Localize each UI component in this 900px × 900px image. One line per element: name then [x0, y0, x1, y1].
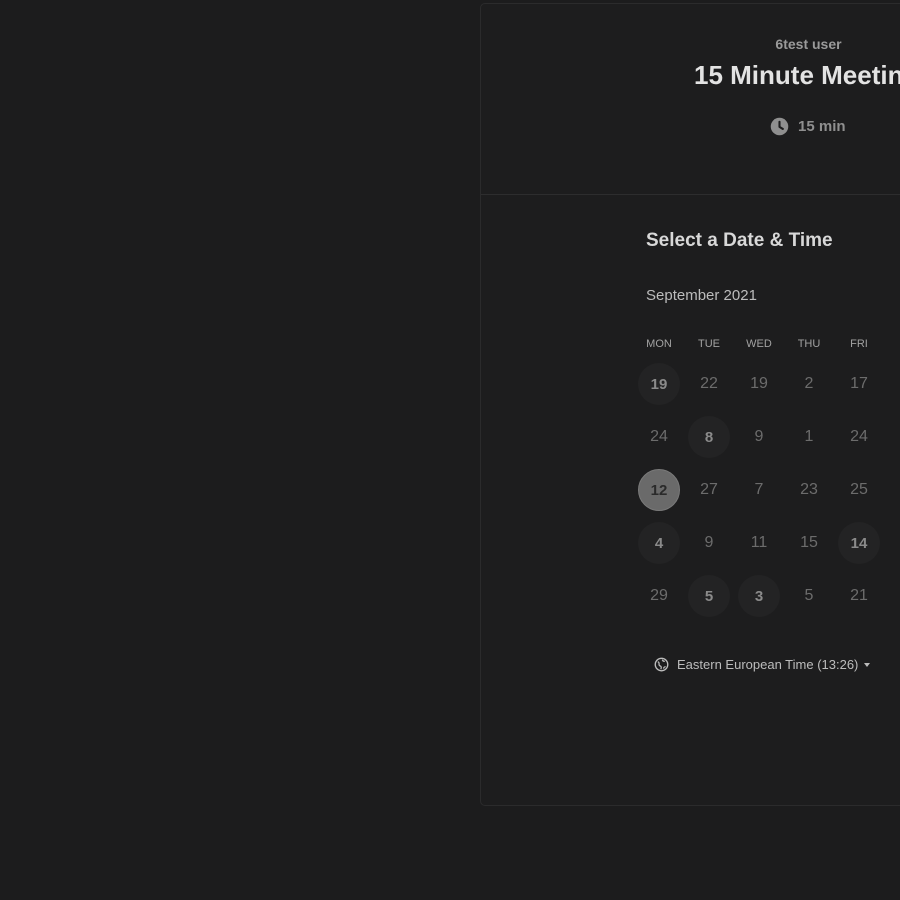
calendar-day-4-4: 21 — [850, 587, 868, 604]
calendar-day-1-2: 9 — [754, 428, 764, 445]
calendar-day-1-5 — [888, 416, 900, 458]
calendar-cell: 24 — [834, 411, 884, 464]
calendar-cell: 15 — [784, 517, 834, 570]
calendar-day-3-5 — [888, 522, 900, 564]
calendar-cell: 17 — [834, 358, 884, 411]
calendar-day-1-0: 24 — [650, 428, 668, 445]
calendar-cell: 29 — [634, 570, 684, 623]
calendar-day-0-0[interactable]: 19 — [638, 363, 680, 405]
calendar-cell: 19 — [734, 358, 784, 411]
calendar-day-1-4: 24 — [850, 428, 868, 445]
calendar-cell — [884, 570, 900, 623]
event-header: 6test user 15 Minute Meeting 15 min — [481, 4, 900, 195]
calendar-cell — [884, 358, 900, 411]
calendar-day-0-4: 17 — [850, 375, 868, 392]
weekday-sat-partial: S — [884, 338, 900, 350]
event-duration: 15 min — [769, 116, 846, 137]
calendar-cell: 1 — [784, 411, 834, 464]
calendar-day-2-5 — [888, 469, 900, 511]
calendar-day-1-3: 1 — [804, 428, 814, 445]
calendar-day-3-0[interactable]: 4 — [638, 522, 680, 564]
calendar-day-3-4[interactable]: 14 — [838, 522, 880, 564]
calendar-day-1-1[interactable]: 8 — [688, 416, 730, 458]
calendar-cell — [884, 517, 900, 570]
calendar-cell: 4 — [634, 517, 684, 570]
calendar-cell: 25 — [834, 464, 884, 517]
calendar-day-0-1: 22 — [700, 375, 718, 392]
calendar-day-2-3: 23 — [800, 481, 818, 498]
weekday-tue: TUE — [698, 338, 720, 350]
clock-icon — [770, 117, 789, 136]
calendar-cell: 27 — [684, 464, 734, 517]
duration-label: 15 min — [798, 118, 846, 135]
calendar-day-4-1[interactable]: 5 — [688, 575, 730, 617]
weekday-fri: FRI — [850, 338, 868, 350]
calendar-cell: 9 — [684, 517, 734, 570]
calendar-grid: 19 22 19 2 17 24 8 9 1 24 12 27 7 23 25 … — [634, 358, 900, 623]
calendar-day-3-2: 11 — [750, 534, 768, 551]
booking-page: 6test user 15 Minute Meeting 15 min Sele… — [0, 0, 900, 900]
weekday-row: MON TUE WED THU FRI S — [634, 338, 900, 350]
calendar-day-3-3: 15 — [800, 534, 818, 551]
calendar-cell — [884, 411, 900, 464]
timezone-label: Eastern European Time (13:26) — [677, 657, 859, 672]
calendar-cell: 9 — [734, 411, 784, 464]
section-title: Select a Date & Time — [646, 230, 833, 251]
calendar-cell: 22 — [684, 358, 734, 411]
calendar-day-4-2[interactable]: 3 — [738, 575, 780, 617]
globe-icon — [654, 657, 669, 672]
calendar-cell: 21 — [834, 570, 884, 623]
calendar-day-2-4: 25 — [850, 481, 868, 498]
caret-down-icon — [864, 662, 871, 667]
calendar-cell: 23 — [784, 464, 834, 517]
host-name: 6test user — [775, 36, 842, 52]
calendar-cell: 3 — [734, 570, 784, 623]
calendar-day-4-5 — [888, 575, 900, 617]
calendar-day-3-1: 9 — [704, 534, 714, 551]
calendar-cell: 12 — [634, 464, 684, 517]
month-label: September 2021 — [646, 287, 757, 304]
calendar-day-2-0[interactable]: 12 — [638, 469, 680, 511]
calendar-day-4-3: 5 — [804, 587, 814, 604]
calendar-day-2-1: 27 — [700, 481, 718, 498]
booking-card: 6test user 15 Minute Meeting 15 min Sele… — [480, 3, 900, 806]
calendar-day-0-2: 19 — [750, 375, 768, 392]
timezone-selector[interactable]: Eastern European Time (13:26) — [654, 657, 871, 672]
weekday-thu: THU — [797, 338, 821, 350]
weekday-mon: MON — [646, 338, 672, 350]
calendar-day-2-2: 7 — [754, 481, 764, 498]
calendar-day-0-3: 2 — [804, 375, 814, 392]
calendar-cell: 5 — [684, 570, 734, 623]
calendar-cell: 19 — [634, 358, 684, 411]
calendar-cell: 5 — [784, 570, 834, 623]
event-title: 15 Minute Meeting — [694, 60, 900, 90]
calendar-cell: 7 — [734, 464, 784, 517]
calendar-cell: 24 — [634, 411, 684, 464]
calendar-cell: 11 — [734, 517, 784, 570]
calendar-cell — [884, 464, 900, 517]
calendar-cell: 8 — [684, 411, 734, 464]
calendar-day-0-5 — [888, 363, 900, 405]
calendar-cell: 2 — [784, 358, 834, 411]
weekday-wed: WED — [746, 338, 772, 350]
calendar-day-4-0: 29 — [650, 587, 668, 604]
calendar-cell: 14 — [834, 517, 884, 570]
